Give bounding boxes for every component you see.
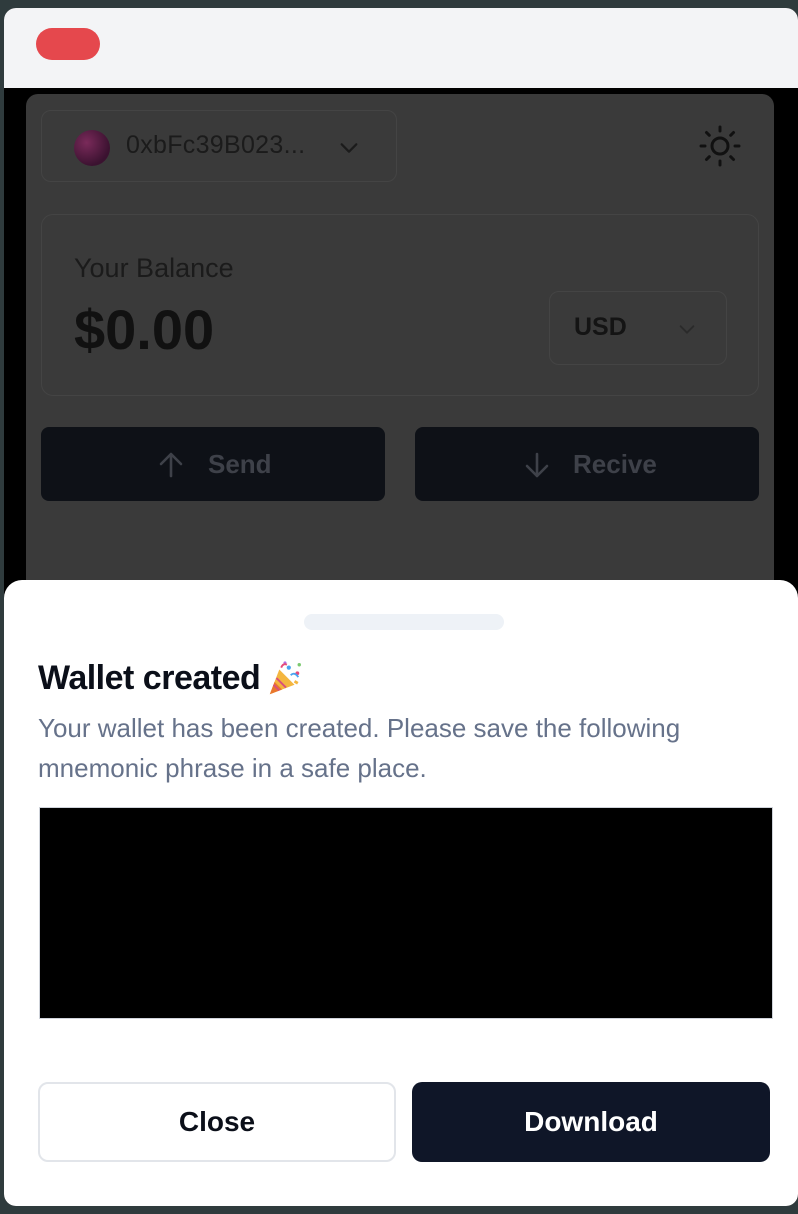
chevron-down-icon	[679, 325, 695, 334]
mnemonic-phrase-box	[39, 807, 773, 1019]
sheet-title: Wallet created	[38, 659, 304, 698]
send-button[interactable]: Send	[41, 427, 385, 501]
close-button[interactable]: Close	[38, 1082, 396, 1162]
currency-label: USD	[574, 313, 627, 341]
window-close-button[interactable]	[36, 28, 100, 60]
sun-icon[interactable]	[698, 124, 742, 168]
receive-button[interactable]: Recive	[415, 427, 759, 501]
currency-selector[interactable]: USD	[549, 291, 727, 365]
drag-handle[interactable]	[304, 614, 504, 630]
avatar	[74, 130, 110, 166]
receive-label: Recive	[573, 449, 657, 479]
arrow-up-icon	[159, 452, 183, 478]
sheet-description: Your wallet has been created. Please sav…	[38, 713, 681, 783]
balance-title: Your Balance	[74, 253, 234, 283]
account-address: 0xbFc39B023...	[126, 131, 306, 159]
download-button[interactable]: Download	[412, 1082, 770, 1162]
send-label: Send	[208, 449, 272, 479]
arrow-down-icon	[525, 452, 549, 478]
chevron-down-icon	[340, 143, 358, 153]
sheet-title-text: Wallet created	[38, 659, 261, 697]
window-titlebar	[4, 8, 798, 88]
balance-value: $0.00	[74, 298, 215, 361]
wallet-created-sheet: Wallet created Your wallet has been crea…	[4, 580, 798, 1206]
party-popper-icon	[270, 660, 302, 694]
balance-card: Your Balance $0.00 USD	[41, 214, 759, 396]
account-selector[interactable]: 0xbFc39B023...	[41, 110, 397, 182]
